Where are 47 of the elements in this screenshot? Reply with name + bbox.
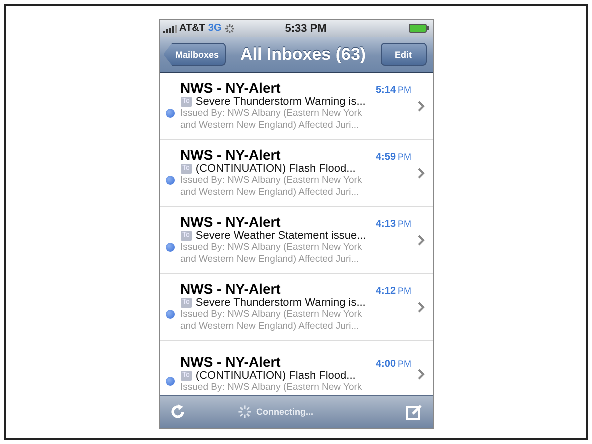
time-period: PM [398,219,412,229]
time-period: PM [398,85,412,95]
clock-label: 5:33 PM [285,22,327,34]
message-subject: Severe Weather Statement issue... [196,230,366,242]
time-period: PM [398,359,412,369]
message-preview: Issued By: NWS Albany (Eastern New York [180,382,364,394]
sender-name: NWS - NY-Alert [180,80,281,96]
sender-name: NWS - NY-Alert [180,281,281,297]
message-preview: and Western New England) Affected Juri... [180,187,360,199]
refresh-icon[interactable] [170,404,186,420]
message-preview: and Western New England) Affected Juri... [180,120,360,132]
message-preview: and Western New England) Affected Juri... [180,321,360,333]
spinner-icon [238,405,252,419]
message-subject: Severe Thunderstorm Warning is... [196,96,366,108]
time-period: PM [398,286,412,296]
signal-icon [162,24,176,32]
message-time: 4:00 [376,359,396,370]
message-subject: Severe Thunderstorm Warning is... [196,297,366,309]
sender-name: NWS - NY-Alert [180,354,281,370]
message-preview: Issued By: NWS Albany (Eastern New York [180,108,364,120]
chevron-icon [418,368,424,380]
message-subject: (CONTINUATION) Flash Flood... [196,370,356,382]
chevron-icon [418,234,424,246]
message-time: 4:12 [376,286,396,297]
activity-icon [224,24,235,34]
carrier-label: AT&T [180,23,206,34]
message-preview: and Western New England) Affected Juri... [180,254,360,266]
sender-name: NWS - NY-Alert [180,147,281,163]
network-label: 3G [208,23,222,34]
message-time: 4:13 [376,219,396,230]
chevron-icon [418,302,424,312]
connection-status: Connecting... [256,407,314,417]
message-preview: Issued By: NWS Albany (Eastern New York [180,175,364,187]
chevron-icon [418,168,424,178]
message-subject: (CONTINUATION) Flash Flood... [196,163,356,175]
message-time: 5:14 [376,85,396,96]
back-button[interactable]: Mailboxes [164,43,226,66]
message-preview: Issued By: NWS Albany (Eastern New York [180,242,364,254]
chevron-icon [418,100,424,112]
sender-name: NWS - NY-Alert [180,214,281,230]
compose-icon[interactable] [406,404,422,420]
time-period: PM [398,152,412,162]
battery-icon [409,24,430,33]
edit-button[interactable]: Edit [380,43,426,66]
message-time: 4:59 [376,152,396,163]
inbox-title: All Inboxes (63) [240,44,366,64]
message-preview: Issued By: NWS Albany (Eastern New York [180,309,364,321]
